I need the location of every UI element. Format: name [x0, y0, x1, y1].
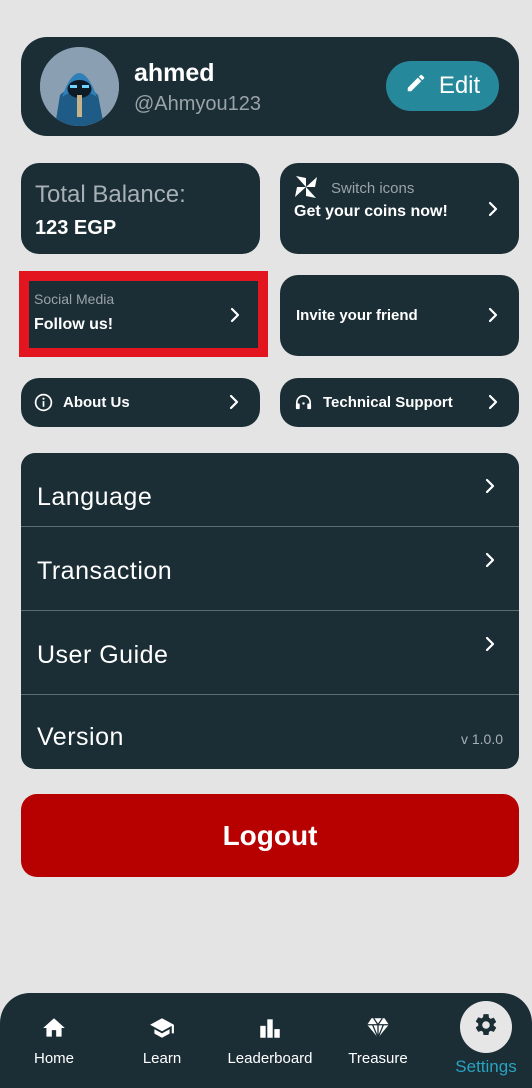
- technical-support-card[interactable]: Technical Support: [280, 378, 519, 427]
- version-value: v 1.0.0: [460, 731, 503, 747]
- user-name: ahmed: [134, 59, 215, 87]
- avatar[interactable]: [40, 47, 119, 126]
- menu-item-label: User Guide: [37, 641, 169, 669]
- nav-item-leaderboard[interactable]: Leaderboard: [220, 993, 320, 1088]
- social-media-subtitle: Follow us!: [34, 316, 114, 333]
- about-us-card[interactable]: About Us: [21, 378, 260, 427]
- nav-item-home[interactable]: Home: [14, 993, 94, 1088]
- info-icon: [34, 393, 53, 412]
- balance-label: Total Balance:: [35, 181, 186, 208]
- menu-item-user-guide[interactable]: User Guide: [21, 611, 519, 695]
- switch-icons-label: Switch icons: [331, 180, 415, 197]
- menu-item-language[interactable]: Language: [21, 453, 519, 537]
- invite-friend-label: Invite your friend: [296, 307, 418, 324]
- nav-item-learn[interactable]: Learn: [122, 993, 202, 1088]
- bottom-nav: Home Learn Leaderboard Treasure Settings: [0, 993, 532, 1088]
- edit-profile-button[interactable]: Edit: [386, 61, 499, 111]
- profile-card: ahmed @Ahmyou123 Edit: [21, 37, 519, 136]
- chevron-right-icon: [226, 306, 244, 324]
- headset-icon: [294, 393, 313, 412]
- about-us-label: About Us: [63, 394, 130, 411]
- switch-icons-card[interactable]: Switch icons Get your coins now!: [280, 163, 519, 254]
- menu-item-label: Version: [37, 723, 124, 751]
- switch-icons-subtitle: Get your coins now!: [294, 203, 448, 220]
- nav-item-settings[interactable]: Settings: [440, 993, 532, 1088]
- pencil-icon: [405, 72, 427, 101]
- menu-item-label: Transaction: [37, 557, 173, 585]
- active-indicator: [460, 1001, 512, 1053]
- edit-label: Edit: [438, 72, 481, 99]
- social-media-label: Social Media: [34, 291, 115, 307]
- gear-icon: [473, 1012, 499, 1042]
- nav-label: Leaderboard: [227, 1050, 313, 1067]
- chevron-right-icon: [225, 393, 243, 411]
- chevron-right-icon: [484, 306, 502, 324]
- chevron-right-icon: [481, 635, 499, 653]
- logout-button[interactable]: Logout: [21, 794, 519, 877]
- nav-label: Learn: [142, 1050, 182, 1067]
- menu-item-version: Version v 1.0.0: [21, 695, 519, 769]
- bar-chart-icon: [257, 1015, 283, 1041]
- chevron-right-icon: [481, 551, 499, 569]
- user-handle: @Ahmyou123: [134, 93, 262, 115]
- nav-item-treasure[interactable]: Treasure: [338, 993, 418, 1088]
- nav-label: Settings: [455, 1057, 517, 1076]
- settings-menu: Language Transaction User Guide Version …: [21, 453, 519, 769]
- social-media-card[interactable]: Social Media Follow us!: [29, 281, 258, 348]
- home-icon: [41, 1015, 67, 1041]
- diamond-icon: [365, 1015, 391, 1041]
- nav-label: Treasure: [348, 1050, 408, 1067]
- chevron-right-icon: [481, 477, 499, 495]
- menu-item-transaction[interactable]: Transaction: [21, 527, 519, 611]
- chevron-right-icon: [484, 393, 502, 411]
- graduation-cap-icon: [149, 1015, 175, 1041]
- invite-friend-card[interactable]: Invite your friend: [280, 275, 519, 356]
- nav-label: Home: [33, 1050, 74, 1067]
- balance-card: Total Balance: 123 EGP: [21, 163, 260, 254]
- menu-item-label: Language: [37, 483, 153, 511]
- pinwheel-icon: [293, 174, 319, 200]
- chevron-right-icon: [484, 200, 502, 218]
- balance-value: 123 EGP: [35, 217, 117, 239]
- technical-support-label: Technical Support: [323, 394, 453, 411]
